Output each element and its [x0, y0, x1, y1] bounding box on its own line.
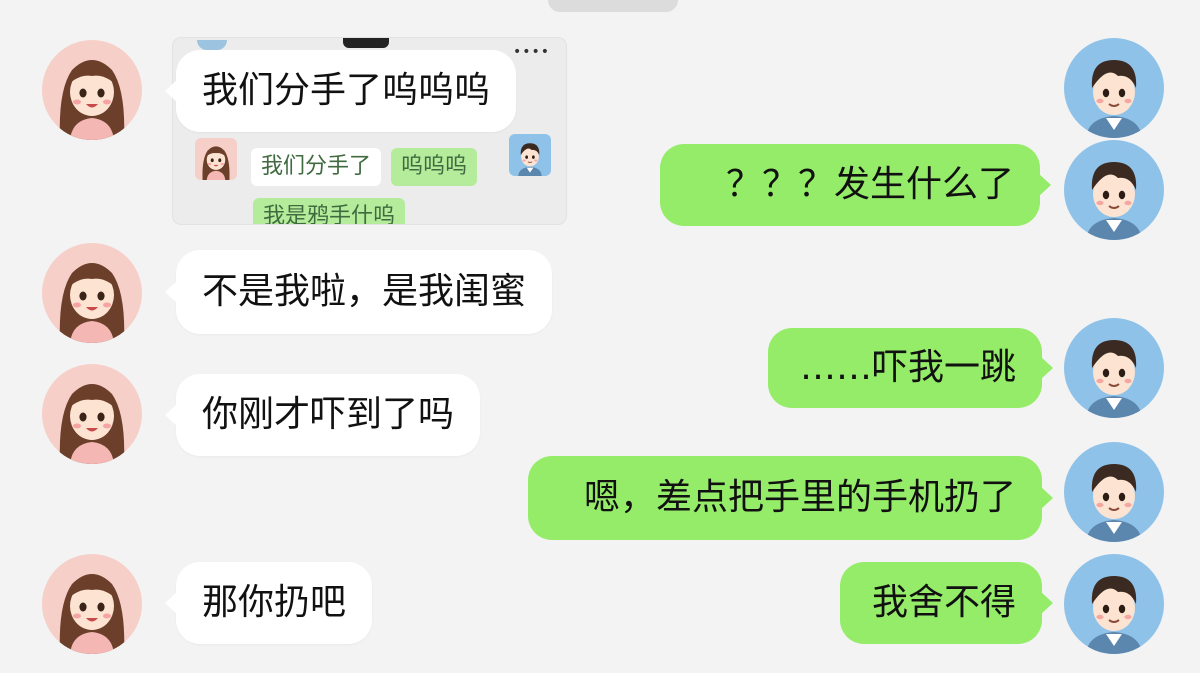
- app-icon: [197, 40, 227, 50]
- message-bubble-left[interactable]: 我们分手了呜呜呜: [164, 50, 517, 132]
- boy-avatar[interactable]: [1064, 442, 1164, 542]
- top-handle-bar: [548, 0, 678, 12]
- girl-avatar[interactable]: [42, 40, 142, 140]
- boy-avatar[interactable]: [1064, 554, 1164, 654]
- girl-mini-avatar: [195, 138, 237, 180]
- boy-avatar[interactable]: [1064, 140, 1164, 240]
- boy-mini-avatar: [509, 134, 551, 176]
- mini-message-line2: 我是鸦手什呜: [253, 198, 406, 224]
- message-bubble-left[interactable]: 你刚才吓到了吗: [164, 374, 481, 456]
- phone-notch: [343, 38, 389, 48]
- boy-avatar[interactable]: [1064, 38, 1164, 138]
- message-bubble-right[interactable]: 嗯，差点把手里的手机扔了: [528, 456, 1053, 540]
- boy-avatar[interactable]: [1064, 318, 1164, 418]
- girl-avatar[interactable]: [42, 554, 142, 654]
- message-bubble-right[interactable]: ？？？发生什么了: [660, 144, 1051, 226]
- mini-message-part1: 我们分手了: [251, 148, 382, 186]
- message-bubble-left[interactable]: 不是我啦，是我闺蜜: [164, 250, 553, 334]
- mini-message-part2: 呜呜呜: [391, 148, 478, 186]
- message-bubble-right[interactable]: 我舍不得: [840, 562, 1053, 644]
- message-bubble-left[interactable]: 那你扔吧: [164, 562, 373, 644]
- message-bubble-right[interactable]: ……吓我一跳: [768, 328, 1053, 408]
- girl-avatar[interactable]: [42, 243, 142, 343]
- girl-avatar[interactable]: [42, 364, 142, 464]
- more-dots-icon: ••••: [512, 44, 550, 60]
